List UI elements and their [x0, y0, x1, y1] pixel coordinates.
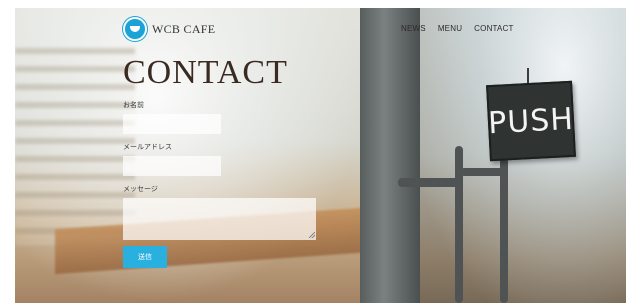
page-frame: PUSH WCB CAFE NEWS MENU CONTACT CONTACT … — [15, 8, 626, 303]
name-input[interactable] — [123, 114, 221, 134]
door-handle-grip — [398, 178, 460, 187]
door-handle-bar-2 — [500, 158, 508, 303]
door-handle-grip-2 — [460, 168, 504, 176]
submit-button[interactable]: 送信 — [123, 246, 167, 268]
main-nav: NEWS MENU CONTACT — [401, 24, 514, 33]
email-input[interactable] — [123, 156, 221, 176]
name-label: お名前 — [123, 102, 144, 109]
push-sign: PUSH — [486, 80, 576, 162]
message-textarea[interactable] — [123, 198, 316, 240]
stairs-blur — [15, 48, 135, 248]
nav-contact[interactable]: CONTACT — [474, 24, 513, 33]
cup-logo-icon — [123, 17, 147, 41]
resize-grip-icon[interactable] — [309, 232, 315, 238]
nav-menu[interactable]: MENU — [438, 24, 462, 33]
logo[interactable]: WCB CAFE — [123, 17, 215, 41]
email-label: メールアドレス — [123, 144, 172, 151]
message-label: メッセージ — [123, 186, 158, 193]
hero-background: PUSH — [15, 8, 626, 303]
nav-news[interactable]: NEWS — [401, 24, 426, 33]
logo-text: WCB CAFE — [152, 21, 216, 36]
door-frame — [360, 8, 420, 303]
page-title: CONTACT — [123, 54, 288, 91]
